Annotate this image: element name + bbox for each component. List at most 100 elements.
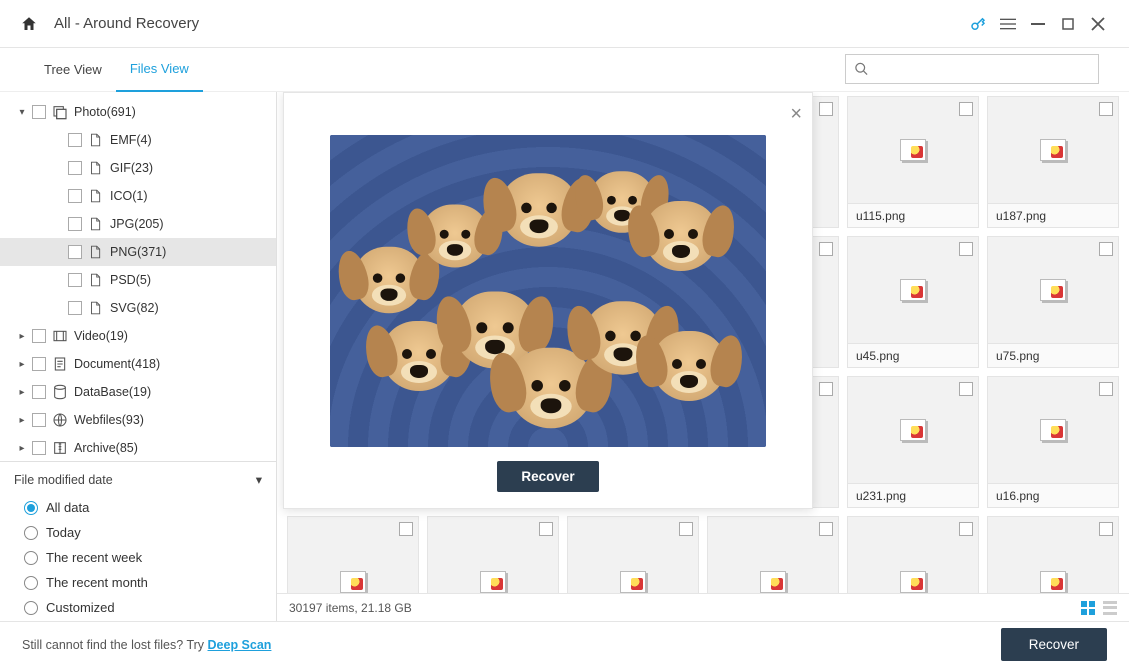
checkbox[interactable] (959, 382, 973, 396)
thumbnail[interactable]: u45.png (847, 236, 979, 368)
tab-files-view[interactable]: Files View (116, 48, 203, 92)
checkbox[interactable] (819, 382, 833, 396)
tree-item-webfiles[interactable]: ▸Webfiles(93) (0, 406, 276, 434)
checkbox[interactable] (539, 522, 553, 536)
thumbnail[interactable] (287, 516, 419, 593)
checkbox[interactable] (68, 217, 82, 231)
caret-icon[interactable]: ▸ (14, 356, 30, 372)
preview-recover-button[interactable]: Recover (497, 461, 598, 492)
checkbox[interactable] (68, 161, 82, 175)
filter-option-today[interactable]: Today (14, 520, 262, 545)
thumbnail[interactable] (567, 516, 699, 593)
tree-item-archive[interactable]: ▸Archive(85) (0, 434, 276, 461)
maximize-icon[interactable] (1053, 9, 1083, 39)
checkbox[interactable] (1099, 382, 1113, 396)
radio-icon[interactable] (24, 601, 38, 615)
thumbnail[interactable]: u231.png (847, 376, 979, 508)
checkbox[interactable] (32, 329, 46, 343)
grid-view-icon[interactable] (1081, 601, 1095, 615)
thumbnail-name: u75.png (988, 343, 1118, 367)
tree-item-document[interactable]: ▸Document(418) (0, 350, 276, 378)
tree-item-svg[interactable]: SVG(82) (0, 294, 276, 322)
thumbnail[interactable] (847, 516, 979, 593)
list-view-icon[interactable] (1103, 601, 1117, 615)
close-icon[interactable] (1083, 9, 1113, 39)
key-icon[interactable] (963, 9, 993, 39)
caret-icon[interactable]: ▸ (14, 384, 30, 400)
checkbox[interactable] (32, 357, 46, 371)
checkbox[interactable] (68, 301, 82, 315)
filter-header[interactable]: File modified date ▾ (14, 472, 262, 487)
tree-item-video[interactable]: ▸Video(19) (0, 322, 276, 350)
status-text: 30197 items, 21.18 GB (289, 601, 412, 615)
search-box[interactable] (845, 54, 1099, 84)
checkbox[interactable] (959, 242, 973, 256)
filter-option-label: Customized (46, 600, 115, 615)
checkbox[interactable] (1099, 522, 1113, 536)
caret-icon[interactable]: ▸ (14, 440, 30, 456)
caret-icon[interactable]: ▾ (14, 104, 30, 120)
thumbnail[interactable]: u16.png (987, 376, 1119, 508)
filter-option-all[interactable]: All data (14, 495, 262, 520)
db-icon (52, 384, 68, 400)
checkbox[interactable] (1099, 102, 1113, 116)
checkbox[interactable] (68, 189, 82, 203)
tree-item-jpg[interactable]: JPG(205) (0, 210, 276, 238)
thumbnail[interactable]: u75.png (987, 236, 1119, 368)
tree-item-emf[interactable]: EMF(4) (0, 126, 276, 154)
checkbox[interactable] (32, 385, 46, 399)
tree-item-gif[interactable]: GIF(23) (0, 154, 276, 182)
minimize-icon[interactable] (1023, 9, 1053, 39)
tree-item-database[interactable]: ▸DataBase(19) (0, 378, 276, 406)
tab-tree-view[interactable]: Tree View (30, 48, 116, 92)
filter-option-label: The recent week (46, 550, 142, 565)
checkbox[interactable] (959, 102, 973, 116)
checkbox[interactable] (68, 133, 82, 147)
home-icon[interactable] (20, 15, 38, 33)
search-input[interactable] (869, 62, 1090, 77)
checkbox[interactable] (819, 242, 833, 256)
app-title: All - Around Recovery (54, 15, 199, 32)
tree-item-ico[interactable]: ICO(1) (0, 182, 276, 210)
thumbnail[interactable] (707, 516, 839, 593)
thumbnail[interactable]: u115.png (847, 96, 979, 228)
thumbnail[interactable] (427, 516, 559, 593)
checkbox[interactable] (399, 522, 413, 536)
filter-option-month[interactable]: The recent month (14, 570, 262, 595)
radio-icon[interactable] (24, 576, 38, 590)
radio-icon[interactable] (24, 551, 38, 565)
checkbox[interactable] (32, 413, 46, 427)
file-icon (88, 216, 104, 232)
checkbox[interactable] (32, 105, 46, 119)
tree-item-psd[interactable]: PSD(5) (0, 266, 276, 294)
filter-option-week[interactable]: The recent week (14, 545, 262, 570)
checkbox[interactable] (959, 522, 973, 536)
thumbnail-name: u115.png (848, 203, 978, 227)
file-icon (88, 300, 104, 316)
caret-icon[interactable]: ▸ (14, 412, 30, 428)
deepscan-link[interactable]: Deep Scan (208, 638, 272, 652)
tree-item-photo[interactable]: ▾Photo(691) (0, 98, 276, 126)
tree-item-png[interactable]: PNG(371) (0, 238, 276, 266)
thumbnail[interactable] (987, 516, 1119, 593)
checkbox[interactable] (819, 102, 833, 116)
menu-icon[interactable] (993, 9, 1023, 39)
file-icon (88, 244, 104, 260)
checkbox[interactable] (32, 441, 46, 455)
thumbnail-name: u16.png (988, 483, 1118, 507)
filter-option-custom[interactable]: Customized (14, 595, 262, 620)
checkbox[interactable] (68, 245, 82, 259)
radio-icon[interactable] (24, 526, 38, 540)
file-icon (88, 272, 104, 288)
checkbox[interactable] (679, 522, 693, 536)
tree-item-label: ICO(1) (110, 189, 148, 203)
close-icon[interactable]: × (790, 103, 802, 126)
thumbnail[interactable]: u187.png (987, 96, 1119, 228)
radio-icon[interactable] (24, 501, 38, 515)
recover-button[interactable]: Recover (1001, 628, 1107, 661)
checkbox[interactable] (68, 273, 82, 287)
thumbnail-name: u231.png (848, 483, 978, 507)
checkbox[interactable] (819, 522, 833, 536)
checkbox[interactable] (1099, 242, 1113, 256)
caret-icon[interactable]: ▸ (14, 328, 30, 344)
